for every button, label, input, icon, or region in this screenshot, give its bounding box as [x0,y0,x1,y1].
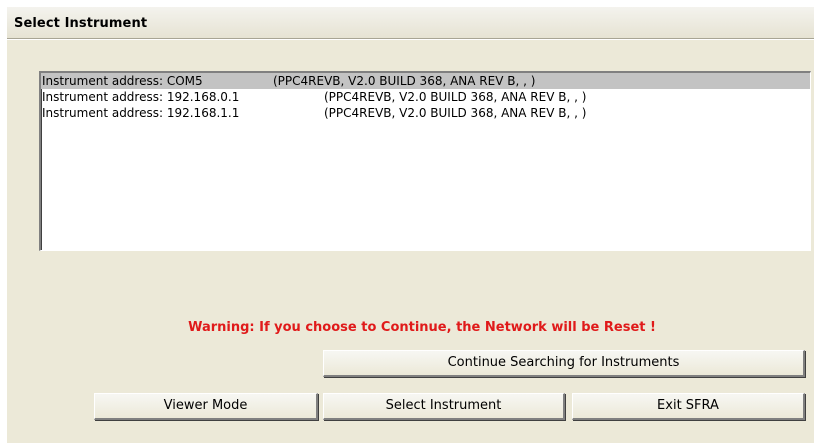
instrument-list-item[interactable]: Instrument address: 192.168.1.1 (PPC4REV… [41,105,810,121]
instrument-listbox[interactable]: Instrument address: COM5 (PPC4REVB, V2.0… [39,71,811,251]
viewer-mode-button[interactable]: Viewer Mode [94,393,318,420]
instrument-info: (PPC4REVB, V2.0 BUILD 368, ANA REV B, , … [324,106,587,120]
exit-sfra-button[interactable]: Exit SFRA [572,393,805,420]
instrument-info: (PPC4REVB, V2.0 BUILD 368, ANA REV B, , … [324,90,587,104]
instrument-list-item[interactable]: Instrument address: COM5 (PPC4REVB, V2.0… [41,73,810,89]
instrument-address: Instrument address: 192.168.1.1 [42,106,240,120]
dialog-titlebar: Select Instrument [7,7,814,39]
instrument-address: Instrument address: 192.168.0.1 [42,90,240,104]
instrument-list-item[interactable]: Instrument address: 192.168.0.1 (PPC4REV… [41,89,810,105]
select-instrument-button[interactable]: Select Instrument [323,393,565,420]
dialog-title: Select Instrument [14,16,148,31]
instrument-address: Instrument address: COM5 [42,74,203,88]
continue-searching-button[interactable]: Continue Searching for Instruments [323,350,805,377]
titlebar-divider [7,39,814,40]
network-reset-warning: Warning: If you choose to Continue, the … [188,320,656,335]
instrument-info: (PPC4REVB, V2.0 BUILD 368, ANA REV B, , … [273,74,536,88]
select-instrument-dialog: Select Instrument Instrument address: CO… [6,6,814,443]
